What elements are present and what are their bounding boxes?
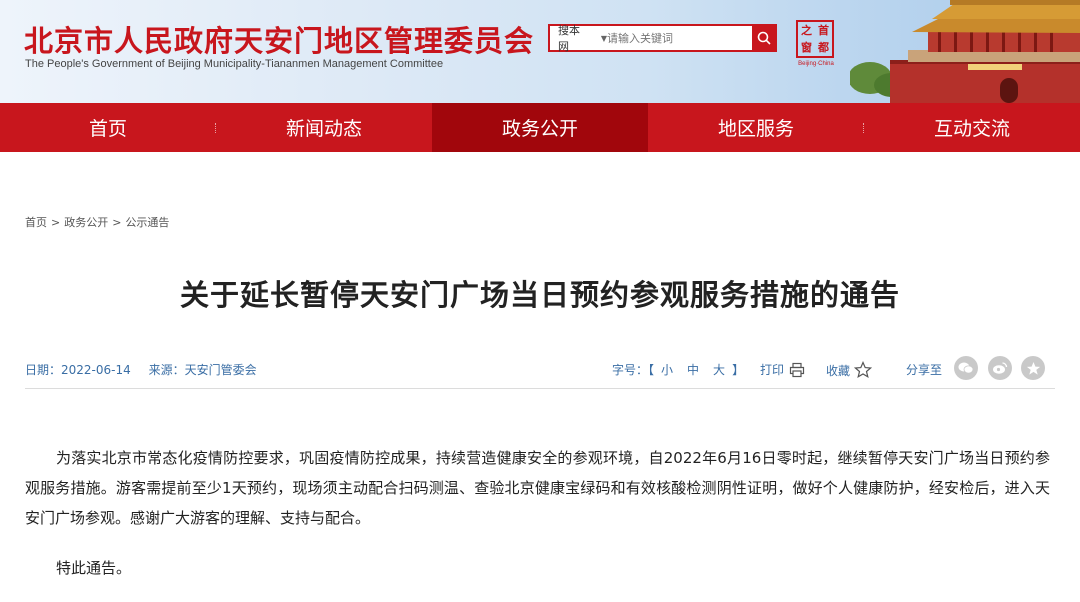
weibo-share-button[interactable] bbox=[988, 356, 1012, 380]
breadcrumb-notices[interactable]: 公示通告 bbox=[125, 216, 169, 229]
favorite-button[interactable]: 收藏 bbox=[826, 361, 873, 379]
site-title: 北京市人民政府天安门地区管理委员会 bbox=[24, 24, 535, 58]
printer-icon bbox=[789, 362, 805, 377]
article-body-paragraph: 为落实北京市常态化疫情防控要求，巩固疫情防控成果，持续营造健康安全的参观环境，自… bbox=[25, 449, 1050, 527]
font-size-medium-button[interactable]: 中 bbox=[687, 363, 699, 377]
print-label: 打印 bbox=[760, 363, 785, 377]
search-scope-select[interactable]: 搜本网 ▼ bbox=[550, 24, 607, 53]
font-size-label: 字号：【 bbox=[612, 363, 655, 377]
tiananmen-gate-image bbox=[850, 0, 1080, 103]
star-icon bbox=[854, 361, 873, 379]
nav-item-government-affairs[interactable]: 政务公开 bbox=[432, 103, 648, 152]
nav-item-label: 地区服务 bbox=[717, 118, 794, 140]
breadcrumb-separator: > bbox=[51, 216, 61, 229]
nav-item-label: 首页 bbox=[88, 118, 127, 140]
main-nav: 首页 新闻动态 政务公开 地区服务 互动交流 bbox=[0, 103, 1080, 152]
nav-item-label: 互动交流 bbox=[933, 118, 1010, 140]
wechat-icon bbox=[958, 362, 974, 374]
breadcrumb-home[interactable]: 首页 bbox=[25, 216, 47, 229]
share-label: 分享至 bbox=[906, 363, 943, 377]
article-source: 来源：天安门管委会 bbox=[148, 363, 257, 377]
qzone-share-button[interactable] bbox=[1021, 356, 1045, 380]
font-size-large-button[interactable]: 大 bbox=[713, 363, 725, 377]
nav-item-home[interactable]: 首页 bbox=[0, 103, 216, 152]
nav-item-label: 政务公开 bbox=[501, 118, 578, 140]
breadcrumb-separator: > bbox=[112, 216, 122, 229]
search-scope-label: 搜本网 bbox=[558, 24, 580, 53]
seal-char: 之 bbox=[801, 24, 812, 37]
capital-window-seal: 之 首 窗 都 Beijing·China bbox=[794, 20, 838, 67]
qzone-star-icon bbox=[1026, 361, 1040, 375]
search-box: 搜本网 ▼ bbox=[548, 24, 777, 53]
font-size-small-button[interactable]: 小 bbox=[661, 363, 673, 377]
article-meta-bar: 日期：2022-06-14 来源：天安门管委会 字号：【小中大】 打印 收藏 分… bbox=[25, 356, 1055, 385]
seal-caption: Beijing·China bbox=[798, 61, 834, 67]
breadcrumb-gov-affairs[interactable]: 政务公开 bbox=[64, 216, 108, 229]
font-size-control: 字号：【小中大】 bbox=[612, 361, 744, 378]
search-icon bbox=[757, 31, 771, 45]
print-button[interactable]: 打印 bbox=[760, 361, 805, 378]
nav-item-label: 新闻动态 bbox=[285, 118, 362, 140]
nav-item-interaction[interactable]: 互动交流 bbox=[864, 103, 1080, 152]
seal-char: 都 bbox=[818, 41, 829, 54]
site-header: 北京市人民政府天安门地区管理委员会 The People's Governmen… bbox=[0, 0, 1080, 103]
article-title: 关于延长暂停天安门广场当日预约参观服务措施的通告 bbox=[179, 278, 900, 312]
site-subtitle-en: The People's Government of Beijing Munic… bbox=[25, 58, 444, 70]
nav-item-services[interactable]: 地区服务 bbox=[648, 103, 864, 152]
breadcrumb: 首页 > 政务公开 > 公示通告 bbox=[25, 214, 169, 230]
seal-char: 窗 bbox=[801, 41, 812, 54]
seal-char: 首 bbox=[818, 24, 829, 37]
nav-item-news[interactable]: 新闻动态 bbox=[216, 103, 432, 152]
search-input[interactable] bbox=[607, 26, 753, 50]
meta-divider bbox=[25, 388, 1055, 389]
article-closing: 特此通告。 bbox=[56, 559, 132, 577]
font-size-bracket: 】 bbox=[732, 363, 745, 377]
weibo-icon bbox=[993, 362, 1008, 374]
search-button[interactable] bbox=[752, 26, 775, 50]
wechat-share-button[interactable] bbox=[954, 356, 978, 380]
article-date: 日期：2022-06-14 bbox=[25, 363, 131, 377]
favorite-label: 收藏 bbox=[826, 363, 851, 378]
